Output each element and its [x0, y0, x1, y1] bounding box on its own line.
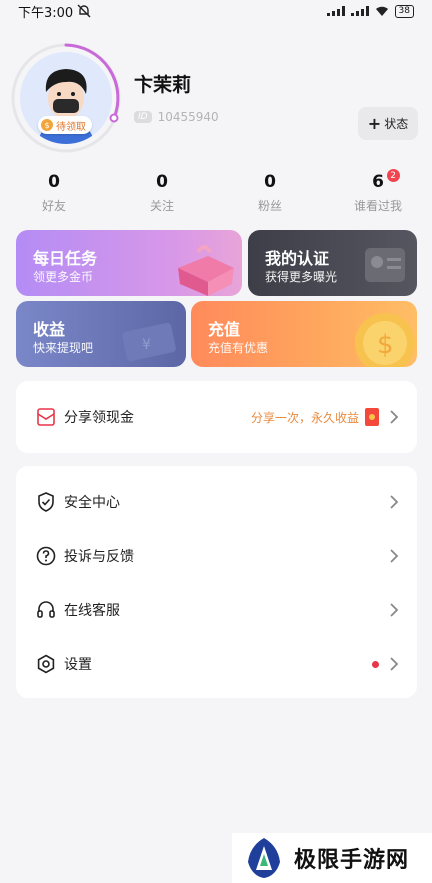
status-left: 下午3:00: [18, 2, 91, 21]
certification-title: 我的认证: [265, 249, 330, 268]
income-title: 收益: [33, 320, 66, 339]
daily-task-card[interactable]: 每日任务 领更多金币: [16, 230, 242, 296]
status-bar: 下午3:00 38: [0, 0, 432, 22]
menu-item-label: 投诉与反馈: [64, 549, 134, 565]
plus-icon: +: [367, 114, 382, 133]
stat-label: 好友: [41, 199, 66, 213]
pending-reward-label: 待领取: [56, 121, 86, 133]
status-button-label: 状态: [384, 117, 409, 131]
menu-item-feedback[interactable]: 投诉与反馈: [16, 529, 417, 583]
chevron-right-icon: [390, 410, 399, 424]
wifi-icon: [375, 6, 388, 16]
recharge-title: 充值: [208, 320, 241, 339]
stat-label: 关注: [149, 199, 174, 213]
svg-text:¥: ¥: [142, 337, 151, 353]
menu-item-label: 安全中心: [64, 495, 120, 511]
stat-value: 6: [372, 172, 384, 192]
menu-item-label: 在线客服: [64, 603, 120, 619]
stat-fans[interactable]: 0 粉丝: [216, 172, 324, 214]
menu-item-settings[interactable]: 设置: [16, 637, 417, 691]
svg-text:$: $: [377, 330, 394, 360]
gear-icon: [37, 654, 55, 674]
add-status-button[interactable]: + 状态: [358, 107, 418, 140]
red-packet-icon: [37, 408, 55, 426]
signal-icon: [326, 6, 345, 16]
stat-friends[interactable]: 0 好友: [0, 172, 108, 214]
status-right: 38: [326, 4, 414, 18]
menu-item-security[interactable]: 安全中心: [16, 475, 417, 529]
user-id-row: ID 10455940: [134, 110, 219, 124]
watermark: 极限手游网: [232, 833, 432, 883]
watermark-logo-icon: [248, 838, 280, 878]
shield-check-icon: [38, 492, 54, 512]
recharge-card[interactable]: $ 充值 充值有优惠: [191, 301, 417, 367]
envelope-icon: [365, 408, 379, 426]
pending-reward-badge[interactable]: $ 待领取: [38, 116, 92, 134]
certification-card[interactable]: 我的认证 获得更多曝光: [248, 230, 417, 296]
stats-row: 0 好友 0 关注 0 粉丝 6 2 谁看过我: [0, 169, 432, 214]
gold-coin-icon: $: [355, 313, 415, 367]
chevron-right-icon: [390, 549, 399, 563]
battery-indicator: 38: [394, 4, 414, 18]
share-label: 分享领现金: [64, 410, 134, 426]
chevron-right-icon: [390, 603, 399, 617]
visitors-count-badge: 2: [386, 169, 400, 182]
share-panel: 分享领现金 分享一次，永久收益: [16, 381, 417, 453]
stat-value: 0: [48, 172, 60, 192]
settings-notification-dot: [372, 660, 379, 668]
chevron-right-icon: [390, 495, 399, 509]
daily-task-subtitle: 领更多金币: [33, 270, 94, 284]
stat-visitors[interactable]: 6 2 谁看过我: [324, 169, 432, 214]
banknote-icon: ¥: [122, 322, 176, 362]
share-row[interactable]: 分享领现金 分享一次，永久收益: [16, 390, 417, 444]
coin-icon: $: [41, 119, 53, 131]
income-subtitle: 快来提现吧: [33, 341, 94, 355]
daily-task-title: 每日任务: [33, 249, 98, 268]
user-id-value: 10455940: [157, 110, 219, 124]
signal-icon-2: [350, 6, 369, 16]
stat-value: 0: [264, 172, 276, 192]
status-time: 下午3:00: [18, 5, 74, 21]
id-card-icon: [365, 248, 405, 282]
menu-item-label: 设置: [64, 657, 92, 673]
certification-subtitle: 获得更多曝光: [265, 270, 338, 284]
share-note: 分享一次，永久收益: [250, 410, 359, 425]
income-card[interactable]: ¥ 收益 快来提现吧: [16, 301, 186, 367]
username: 卞茉莉: [134, 74, 192, 96]
question-circle-icon: [36, 546, 56, 566]
watermark-text: 极限手游网: [294, 848, 410, 873]
chevron-right-icon: [390, 657, 399, 671]
stat-label: 谁看过我: [353, 199, 402, 213]
menu-panel: 安全中心 投诉与反馈 在线客服 设置: [16, 466, 417, 698]
gift-box-icon: [178, 245, 234, 296]
headset-icon: [37, 601, 55, 618]
stat-label: 粉丝: [257, 199, 282, 213]
mute-bell-icon: [77, 4, 91, 18]
id-tag: ID: [134, 111, 152, 123]
recharge-subtitle: 充值有优惠: [208, 341, 269, 355]
stat-value: 0: [156, 172, 168, 192]
stat-following[interactable]: 0 关注: [108, 172, 216, 214]
menu-item-customer-service[interactable]: 在线客服: [16, 583, 417, 637]
